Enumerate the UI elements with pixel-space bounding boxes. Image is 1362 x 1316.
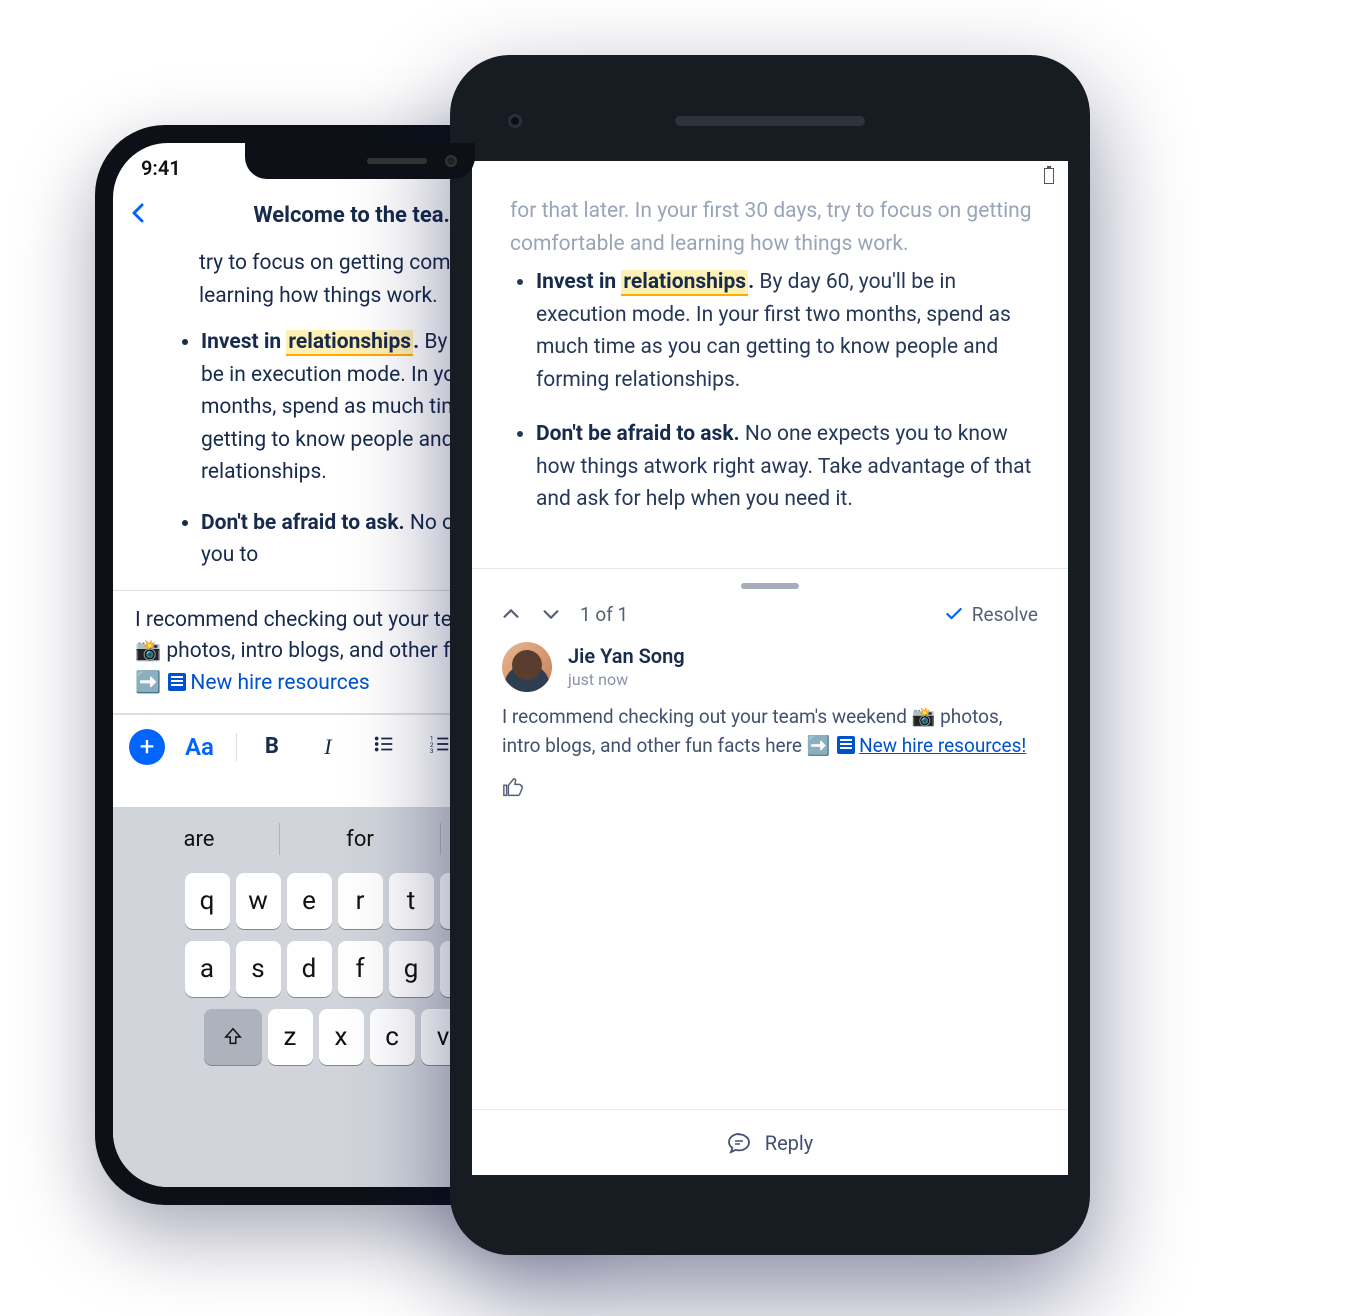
comment-body: I recommend checking out your team's wee… (502, 702, 1038, 761)
reply-label: Reply (765, 1131, 814, 1155)
key-q[interactable]: q (185, 873, 230, 929)
arrow-emoji: ➡️ (807, 734, 831, 757)
highlighted-text[interactable]: relationships (621, 270, 748, 296)
android-screen: for that later. In your first 30 days, t… (472, 161, 1068, 1175)
svg-text:3: 3 (430, 747, 434, 755)
bold-text: Don't be afraid to ask. (536, 422, 740, 446)
bullet-list: Invest in relationships. By day 60, you'… (510, 266, 1034, 516)
resolve-label: Resolve (972, 603, 1038, 626)
drag-handle[interactable] (741, 583, 799, 589)
italic-button[interactable]: I (305, 734, 351, 760)
comment-header: Jie Yan Song just now (502, 642, 1038, 692)
plus-icon: + (140, 732, 155, 762)
bullet-list-icon (373, 733, 395, 755)
highlighted-text[interactable]: relationships (286, 330, 413, 356)
android-phone-top (472, 81, 1068, 161)
key-a[interactable]: a (185, 941, 230, 997)
shift-key[interactable] (204, 1009, 262, 1065)
divider (472, 568, 1068, 569)
prev-comment-button[interactable] (500, 603, 522, 625)
page-icon (837, 736, 855, 754)
comment-nav-bar: 1 of 1 Resolve (472, 599, 1068, 642)
comment-icon (727, 1131, 751, 1155)
back-button[interactable] (127, 201, 151, 229)
android-status-bar (472, 161, 1068, 191)
next-comment-button[interactable] (540, 603, 562, 625)
chevron-up-icon (500, 603, 522, 625)
paragraph-cutoff: for that later. In your first 30 days, t… (510, 195, 1034, 260)
bullet-list-button[interactable] (361, 733, 407, 761)
front-camera (445, 155, 457, 167)
comment-author: Jie Yan Song (568, 644, 685, 668)
chevron-down-icon (540, 603, 562, 625)
speaker-grille (675, 116, 865, 126)
comment-timestamp: just now (568, 670, 685, 689)
avatar[interactable] (502, 642, 552, 692)
key-s[interactable]: s (236, 941, 281, 997)
speaker-grille (367, 158, 427, 164)
camera-emoji: 📸 (135, 639, 161, 663)
arrow-emoji: ➡️ (135, 671, 161, 695)
page-link[interactable]: New hire resources (190, 671, 369, 695)
key-f[interactable]: f (338, 941, 383, 997)
page-link[interactable]: New hire resources! (859, 734, 1026, 757)
bold-text: Don't be afraid to ask. (201, 511, 405, 535)
key-r[interactable]: r (338, 873, 383, 929)
suggestion[interactable]: for (280, 815, 440, 863)
key-e[interactable]: e (287, 873, 332, 929)
key-x[interactable]: x (319, 1009, 364, 1065)
list-item: Don't be afraid to ask. No one expects y… (536, 418, 1034, 516)
key-w[interactable]: w (236, 873, 281, 929)
check-icon (944, 604, 964, 624)
status-time: 9:41 (141, 156, 181, 180)
page-title: Welcome to the tea... (253, 203, 462, 228)
resolve-button[interactable]: Resolve (944, 603, 1038, 626)
thumbs-up-icon (502, 777, 524, 799)
bold-text: Invest in (201, 330, 286, 354)
key-g[interactable]: g (389, 941, 434, 997)
separator (236, 733, 237, 761)
insert-button[interactable]: + (129, 729, 165, 765)
key-c[interactable]: c (370, 1009, 415, 1065)
list-item: Invest in relationships. By day 60, you'… (536, 266, 1034, 396)
ios-notch (245, 143, 475, 179)
comment-counter: 1 of 1 (580, 603, 628, 626)
reply-bar[interactable]: Reply (472, 1109, 1068, 1175)
battery-icon (1044, 168, 1054, 184)
bold-button[interactable]: B (249, 734, 295, 759)
camera-emoji: 📸 (912, 705, 936, 728)
key-d[interactable]: d (287, 941, 332, 997)
text-style-button[interactable]: Aa (175, 733, 224, 761)
comment-text: I recommend checking out your team's wee… (502, 705, 912, 728)
bold-text: Invest in (536, 270, 621, 294)
numbered-list-icon: 123 (429, 733, 451, 755)
page-icon (168, 673, 186, 691)
android-phone-frame: for that later. In your first 30 days, t… (450, 55, 1090, 1255)
comment-nav-left: 1 of 1 (500, 603, 628, 626)
android-document-body[interactable]: for that later. In your first 30 days, t… (472, 191, 1068, 558)
front-camera (508, 114, 522, 128)
suggestion[interactable]: are (119, 815, 279, 863)
chevron-left-icon (127, 201, 151, 225)
shift-icon (222, 1026, 244, 1048)
key-t[interactable]: t (389, 873, 434, 929)
key-z[interactable]: z (268, 1009, 313, 1065)
comment-thread: Jie Yan Song just now I recommend checki… (472, 642, 1068, 815)
like-button[interactable] (502, 777, 1038, 803)
